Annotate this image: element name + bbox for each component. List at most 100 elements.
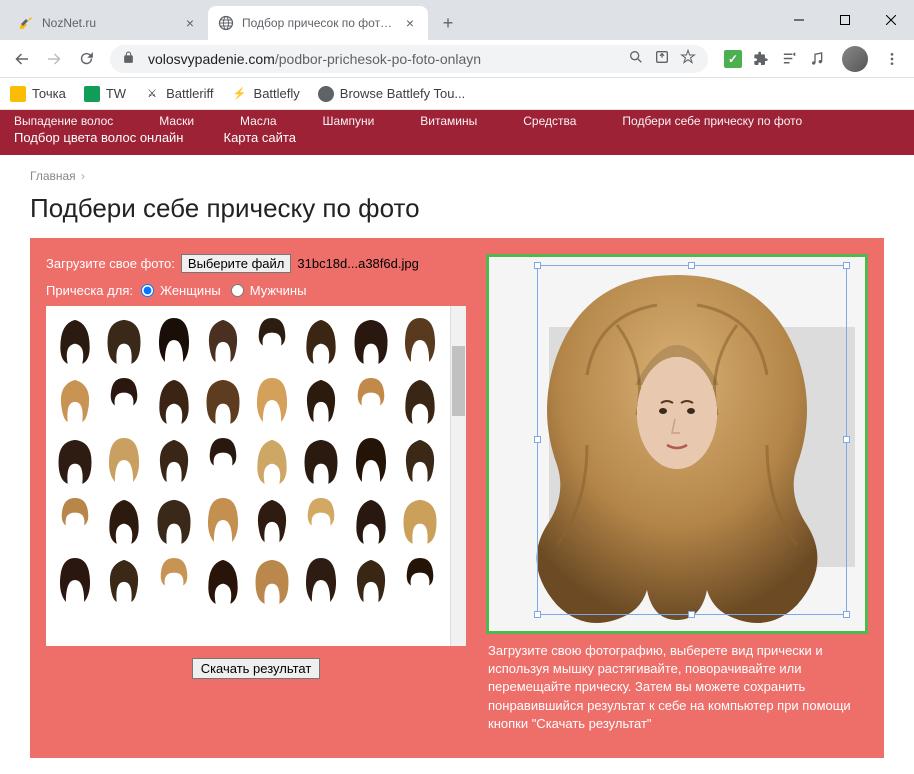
new-tab-button[interactable]: + bbox=[434, 9, 462, 37]
reading-list-icon[interactable] bbox=[780, 50, 798, 68]
hairstyle-thumb[interactable] bbox=[397, 492, 443, 548]
adblock-icon[interactable]: ✓ bbox=[724, 50, 742, 68]
close-window-button[interactable] bbox=[868, 0, 914, 40]
globe-icon bbox=[218, 15, 234, 31]
hairstyle-thumb[interactable] bbox=[151, 552, 197, 608]
music-icon[interactable] bbox=[808, 50, 826, 68]
hairstyle-thumb[interactable] bbox=[397, 312, 443, 368]
hairstyle-thumb[interactable] bbox=[298, 372, 344, 428]
scrollbar[interactable] bbox=[450, 306, 466, 646]
nav-link[interactable]: Витамины bbox=[420, 114, 477, 128]
bookmark-item[interactable]: TW bbox=[84, 86, 126, 102]
hairstyle-thumb[interactable] bbox=[200, 552, 246, 608]
wrench-icon bbox=[18, 15, 34, 31]
breadcrumb-home[interactable]: Главная bbox=[30, 169, 76, 183]
choose-file-button[interactable]: Выберите файл bbox=[181, 254, 291, 273]
hairstyle-grid-container bbox=[46, 306, 466, 646]
hairstyle-thumb[interactable] bbox=[298, 492, 344, 548]
hairstyle-thumb[interactable] bbox=[348, 492, 394, 548]
close-icon[interactable]: × bbox=[402, 15, 418, 31]
back-button[interactable] bbox=[8, 45, 36, 73]
hairstyle-thumb[interactable] bbox=[151, 432, 197, 488]
resize-handle[interactable] bbox=[843, 611, 850, 618]
nav-link[interactable]: Средства bbox=[523, 114, 576, 128]
menu-button[interactable] bbox=[878, 51, 906, 67]
window-controls bbox=[776, 0, 914, 40]
resize-handle[interactable] bbox=[688, 262, 695, 269]
radio-men[interactable] bbox=[231, 284, 244, 297]
site-navbar: Выпадение волос Маски Масла Шампуни Вита… bbox=[0, 110, 914, 155]
selection-box[interactable] bbox=[537, 265, 847, 615]
hairstyle-thumb[interactable] bbox=[200, 372, 246, 428]
hairstyle-thumb[interactable] bbox=[52, 432, 98, 488]
download-button[interactable]: Скачать результат bbox=[192, 658, 321, 679]
hairstyle-thumb[interactable] bbox=[101, 552, 147, 608]
hairstyle-thumb[interactable] bbox=[151, 312, 197, 368]
nav-link[interactable]: Подбор цвета волос онлайн bbox=[14, 130, 184, 145]
bookmark-item[interactable]: Browse Battlefy Tou... bbox=[318, 86, 466, 102]
hairstyle-thumb[interactable] bbox=[200, 432, 246, 488]
hairstyle-thumb[interactable] bbox=[249, 312, 295, 368]
scrollbar-thumb[interactable] bbox=[452, 346, 465, 416]
hairstyle-thumb[interactable] bbox=[298, 312, 344, 368]
nav-link[interactable]: Подбери себе прическу по фото bbox=[622, 114, 802, 128]
hairstyle-thumb[interactable] bbox=[397, 552, 443, 608]
hairstyle-thumb[interactable] bbox=[52, 372, 98, 428]
hairstyle-thumb[interactable] bbox=[200, 492, 246, 548]
search-icon[interactable] bbox=[628, 49, 644, 68]
hairstyle-thumb[interactable] bbox=[397, 372, 443, 428]
bookmark-item[interactable]: ⚔Battleriff bbox=[144, 86, 213, 102]
hairstyle-thumb[interactable] bbox=[348, 432, 394, 488]
bookmark-item[interactable]: Точка bbox=[10, 86, 66, 102]
hairstyle-thumb[interactable] bbox=[151, 492, 197, 548]
bookmark-label: Browse Battlefy Tou... bbox=[340, 86, 466, 101]
browser-tab-inactive[interactable]: NozNet.ru × bbox=[8, 6, 208, 40]
filename-text: 31bc18d...a38f6d.jpg bbox=[297, 256, 418, 271]
resize-handle[interactable] bbox=[843, 436, 850, 443]
share-icon[interactable] bbox=[654, 49, 670, 68]
hairstyle-thumb[interactable] bbox=[52, 552, 98, 608]
forward-button[interactable] bbox=[40, 45, 68, 73]
hairstyle-thumb[interactable] bbox=[348, 312, 394, 368]
resize-handle[interactable] bbox=[534, 262, 541, 269]
nav-link[interactable]: Выпадение волос bbox=[14, 114, 113, 128]
hairstyle-thumb[interactable] bbox=[101, 312, 147, 368]
hairstyle-thumb[interactable] bbox=[298, 432, 344, 488]
resize-handle[interactable] bbox=[688, 611, 695, 618]
bookmarks-bar: Точка TW ⚔Battleriff ⚡Battlefly Browse B… bbox=[0, 78, 914, 110]
hairstyle-thumb[interactable] bbox=[348, 552, 394, 608]
hairstyle-thumb[interactable] bbox=[101, 372, 147, 428]
resize-handle[interactable] bbox=[534, 611, 541, 618]
maximize-button[interactable] bbox=[822, 0, 868, 40]
hairstyle-thumb[interactable] bbox=[200, 312, 246, 368]
hairstyle-thumb[interactable] bbox=[249, 552, 295, 608]
preview-frame[interactable] bbox=[486, 254, 868, 634]
browser-tab-active[interactable]: Подбор причесок по фото онла × bbox=[208, 6, 428, 40]
hairstyle-thumb[interactable] bbox=[52, 492, 98, 548]
hairstyle-thumb[interactable] bbox=[52, 312, 98, 368]
minimize-button[interactable] bbox=[776, 0, 822, 40]
hairstyle-thumb[interactable] bbox=[249, 432, 295, 488]
hairstyle-thumb[interactable] bbox=[249, 492, 295, 548]
hairstyle-thumb[interactable] bbox=[249, 372, 295, 428]
nav-link[interactable]: Маски bbox=[159, 114, 194, 128]
hairstyle-thumb[interactable] bbox=[151, 372, 197, 428]
hairstyle-thumb[interactable] bbox=[348, 372, 394, 428]
close-icon[interactable]: × bbox=[182, 15, 198, 31]
hairstyle-thumb[interactable] bbox=[298, 552, 344, 608]
puzzle-icon[interactable] bbox=[752, 50, 770, 68]
radio-women[interactable] bbox=[141, 284, 154, 297]
hairstyle-thumb[interactable] bbox=[101, 432, 147, 488]
resize-handle[interactable] bbox=[843, 262, 850, 269]
bookmark-item[interactable]: ⚡Battlefly bbox=[232, 86, 300, 102]
profile-avatar[interactable] bbox=[842, 46, 868, 72]
reload-button[interactable] bbox=[72, 45, 100, 73]
hairstyle-thumb[interactable] bbox=[397, 432, 443, 488]
resize-handle[interactable] bbox=[534, 436, 541, 443]
bookmark-star-icon[interactable] bbox=[680, 49, 696, 68]
nav-link[interactable]: Карта сайта bbox=[224, 130, 296, 145]
nav-link[interactable]: Масла bbox=[240, 114, 276, 128]
hairstyle-thumb[interactable] bbox=[101, 492, 147, 548]
nav-link[interactable]: Шампуни bbox=[323, 114, 375, 128]
address-bar[interactable]: volosvypadenie.com/podbor-prichesok-po-f… bbox=[110, 45, 708, 73]
